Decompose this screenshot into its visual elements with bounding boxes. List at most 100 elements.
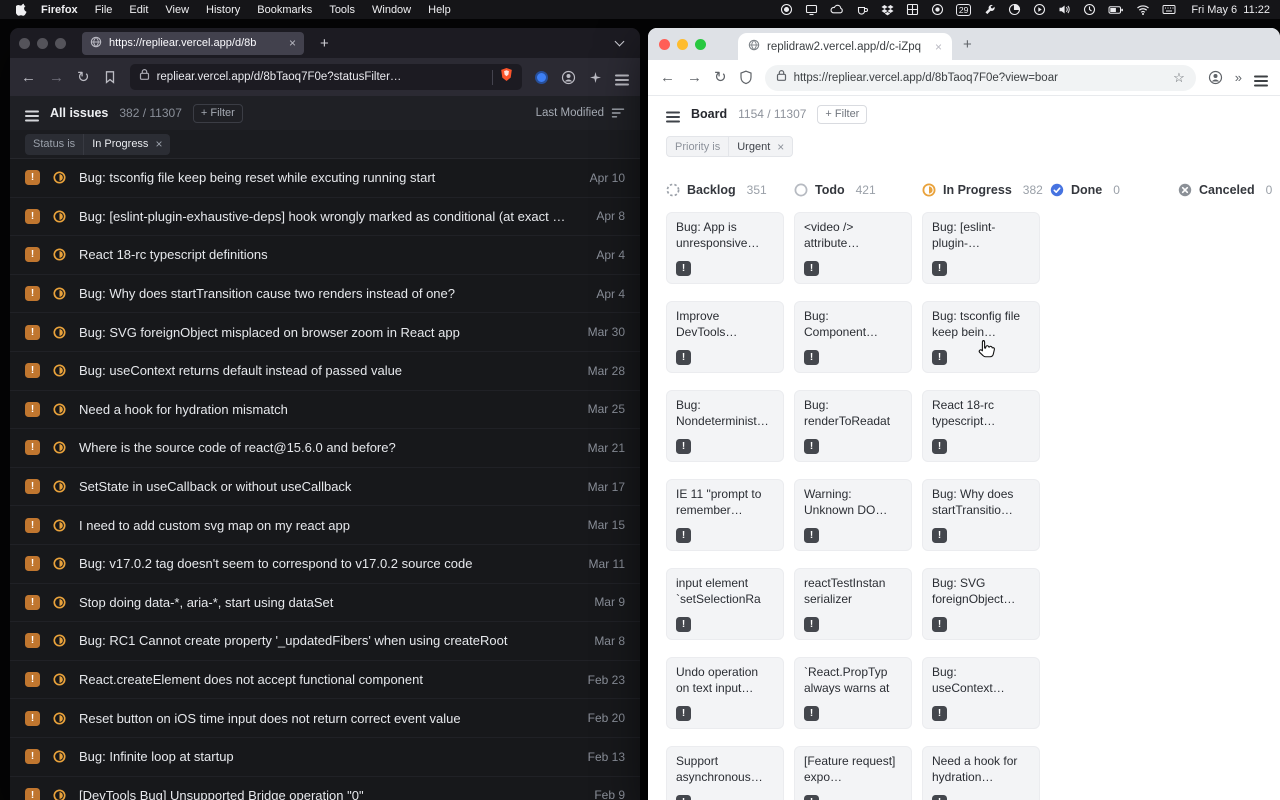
- reload-button[interactable]: ↻: [714, 70, 727, 85]
- issue-card[interactable]: Need a hook for hydration…: [922, 746, 1040, 800]
- issue-card[interactable]: Undo operation on text input…: [666, 657, 784, 729]
- issue-row[interactable]: Bug: Why does startTransition cause two …: [10, 275, 640, 314]
- dropbox-icon[interactable]: [881, 4, 894, 16]
- priority-urgent-icon[interactable]: [676, 617, 691, 632]
- battery-percent-badge[interactable]: 29: [956, 4, 971, 16]
- remove-filter-icon[interactable]: [777, 141, 784, 153]
- priority-urgent-icon[interactable]: [25, 209, 40, 224]
- reload-button[interactable]: ↻: [77, 70, 90, 85]
- back-button[interactable]: ←: [660, 70, 675, 85]
- new-tab-button[interactable]: [320, 36, 329, 51]
- issue-row[interactable]: Bug: tsconfig file keep being reset whil…: [10, 159, 640, 198]
- issue-card[interactable]: Bug: Nondeterminist…: [666, 390, 784, 462]
- browser-tab[interactable]: replidraw2.vercel.app/d/c-iZpq: [738, 33, 952, 60]
- priority-filter-chip[interactable]: Priority is Urgent: [666, 136, 793, 157]
- menu-item-tools[interactable]: Tools: [329, 4, 355, 16]
- issue-row[interactable]: Reset button on iOS time input does not …: [10, 699, 640, 738]
- issue-card[interactable]: reactTestInstan serializer: [794, 568, 912, 640]
- priority-urgent-icon[interactable]: [804, 439, 819, 454]
- menu-item-firefox[interactable]: Firefox: [41, 4, 78, 16]
- priority-urgent-icon[interactable]: [932, 261, 947, 276]
- issue-row[interactable]: Stop doing data-*, aria-*, start using d…: [10, 584, 640, 623]
- issue-card[interactable]: <video /> attribute…: [794, 212, 912, 284]
- priority-urgent-icon[interactable]: [25, 788, 40, 800]
- priority-urgent-icon[interactable]: [25, 440, 40, 455]
- play-icon[interactable]: [1033, 3, 1046, 16]
- issue-row[interactable]: [DevTools Bug] Unsupported Bridge operat…: [10, 777, 640, 800]
- issue-card[interactable]: Bug: Component…: [794, 301, 912, 373]
- priority-urgent-icon[interactable]: [932, 528, 947, 543]
- bookmark-star-icon[interactable]: ☆: [1173, 70, 1185, 86]
- url-bar[interactable]: https://repliear.vercel.app/d/8bTaoq7F0e…: [765, 65, 1196, 91]
- add-filter-button[interactable]: + Filter: [193, 104, 243, 123]
- brave-shield-icon[interactable]: [500, 67, 513, 87]
- issue-row[interactable]: Need a hook for hydration mismatch Mar 2…: [10, 391, 640, 430]
- issue-card[interactable]: IE 11 "prompt to remember…: [666, 479, 784, 551]
- status-in-progress-icon[interactable]: [53, 441, 66, 454]
- priority-urgent-icon[interactable]: [25, 633, 40, 648]
- issue-card[interactable]: `React.PropTyp always warns at: [794, 657, 912, 729]
- account-icon[interactable]: [561, 70, 576, 85]
- issue-card[interactable]: Improve DevTools…: [666, 301, 784, 373]
- priority-urgent-icon[interactable]: [25, 363, 40, 378]
- priority-urgent-icon[interactable]: [676, 706, 691, 721]
- issue-card[interactable]: Bug: tsconfig file keep bein…: [922, 301, 1040, 373]
- issue-row[interactable]: React.createElement does not accept func…: [10, 661, 640, 700]
- close-tab-icon[interactable]: [289, 37, 296, 49]
- priority-urgent-icon[interactable]: [676, 528, 691, 543]
- status-in-progress-icon[interactable]: [53, 557, 66, 570]
- cloud-icon[interactable]: [830, 3, 844, 16]
- menu-item-edit[interactable]: Edit: [129, 4, 148, 16]
- zoom-window-button[interactable]: [695, 39, 706, 50]
- wrench-icon[interactable]: [983, 3, 996, 16]
- priority-urgent-icon[interactable]: [25, 286, 40, 301]
- priority-urgent-icon[interactable]: [676, 795, 691, 800]
- priority-urgent-icon[interactable]: [804, 261, 819, 276]
- menu-item-file[interactable]: File: [95, 4, 113, 16]
- issue-card[interactable]: Bug: Why does startTransitio…: [922, 479, 1040, 551]
- status-in-progress-icon[interactable]: [53, 596, 66, 609]
- issue-card[interactable]: Bug: App is unresponsive…: [666, 212, 784, 284]
- pie-status-icon[interactable]: [1008, 3, 1021, 16]
- priority-urgent-icon[interactable]: [804, 350, 819, 365]
- issue-card[interactable]: [Feature request] expo…: [794, 746, 912, 800]
- screen-record-icon[interactable]: [780, 3, 793, 16]
- status-in-progress-icon[interactable]: [53, 326, 66, 339]
- extensions-icon[interactable]: [589, 71, 602, 84]
- browser-menu-icon[interactable]: [1254, 69, 1268, 87]
- issue-card[interactable]: input element `setSelectionRa: [666, 568, 784, 640]
- issue-card[interactable]: Bug: SVG foreignObject…: [922, 568, 1040, 640]
- apple-menu-icon[interactable]: [16, 3, 27, 16]
- priority-urgent-icon[interactable]: [25, 711, 40, 726]
- sort-control[interactable]: Last Modified: [536, 107, 625, 119]
- minimize-window-button[interactable]: [677, 39, 688, 50]
- keyboard-icon[interactable]: [1162, 4, 1176, 15]
- forward-button[interactable]: →: [49, 70, 64, 85]
- priority-urgent-icon[interactable]: [804, 795, 819, 800]
- overflow-chevrons-icon[interactable]: »: [1235, 70, 1242, 85]
- window-grid-icon[interactable]: [906, 3, 919, 16]
- priority-urgent-icon[interactable]: [25, 595, 40, 610]
- priority-urgent-icon[interactable]: [25, 479, 40, 494]
- status-in-progress-icon[interactable]: [53, 519, 66, 532]
- priority-urgent-icon[interactable]: [25, 672, 40, 687]
- issue-card[interactable]: React 18-rc typescript…: [922, 390, 1040, 462]
- issue-card[interactable]: Support asynchronous…: [666, 746, 784, 800]
- issue-row[interactable]: Bug: useContext returns default instead …: [10, 352, 640, 391]
- minimize-window-button[interactable]: [37, 38, 48, 49]
- priority-urgent-icon[interactable]: [25, 325, 40, 340]
- beverage-icon[interactable]: [856, 3, 869, 16]
- status-in-progress-icon[interactable]: [53, 171, 66, 184]
- issue-row[interactable]: Bug: SVG foreignObject misplaced on brow…: [10, 313, 640, 352]
- status-in-progress-icon[interactable]: [53, 789, 66, 800]
- time-machine-icon[interactable]: [1083, 3, 1096, 16]
- wifi-icon[interactable]: [1136, 4, 1150, 15]
- battery-icon[interactable]: [1108, 4, 1124, 16]
- priority-urgent-icon[interactable]: [25, 402, 40, 417]
- menu-item-bookmarks[interactable]: Bookmarks: [257, 4, 312, 16]
- issue-card[interactable]: Bug: [eslint-plugin-…: [922, 212, 1040, 284]
- sidebar-menu-icon[interactable]: [25, 104, 39, 122]
- priority-urgent-icon[interactable]: [804, 706, 819, 721]
- container-extension-icon[interactable]: [535, 71, 548, 84]
- close-tab-icon[interactable]: [935, 41, 942, 53]
